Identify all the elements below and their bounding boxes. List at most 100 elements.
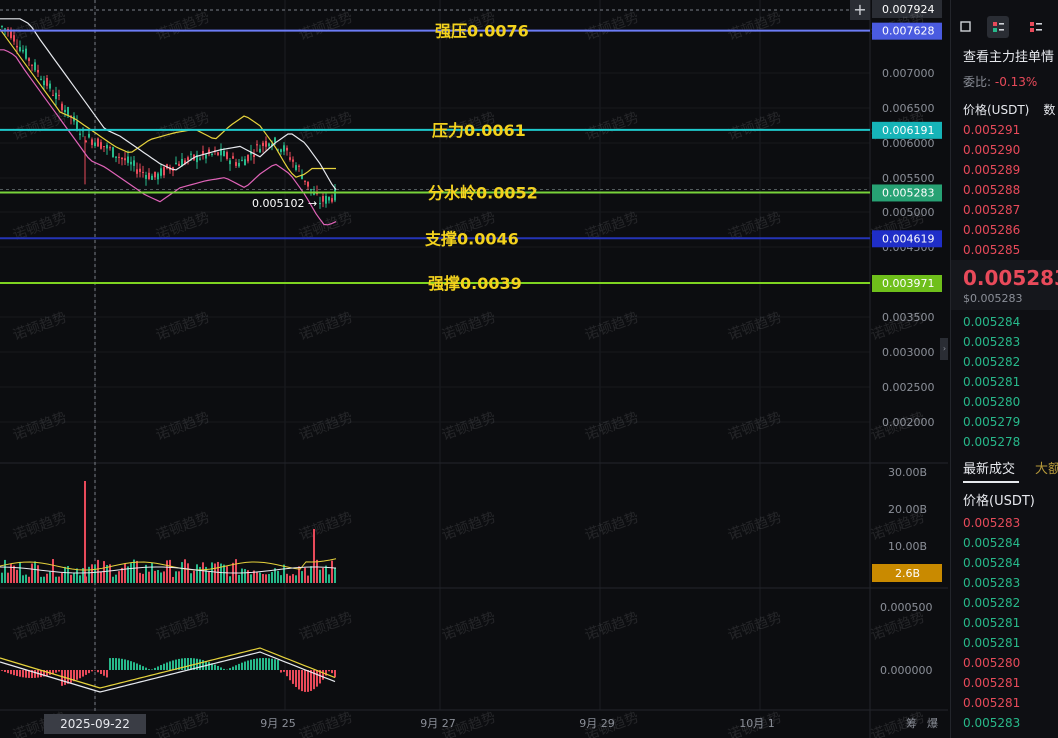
bid-row[interactable]: 0.005281	[963, 375, 1020, 389]
watermark: 诺顿趋势	[869, 410, 927, 444]
bid-row[interactable]: 0.005282	[963, 355, 1020, 369]
trade-row[interactable]: 0.005283	[963, 716, 1020, 730]
watermark: 诺顿趋势	[154, 610, 212, 644]
candle-body	[292, 159, 294, 162]
add-indicator-button[interactable]: +	[850, 0, 870, 20]
level-label: 压力0.0061	[432, 121, 526, 140]
level-price-tag-text: 0.004619	[882, 232, 935, 245]
watermark: 诺顿趋势	[726, 610, 784, 644]
macd-bar	[244, 661, 246, 670]
ask-row[interactable]: 0.005286	[963, 223, 1020, 237]
macd-bar	[199, 659, 201, 670]
macd-bar	[91, 670, 93, 672]
candle-body	[304, 180, 306, 182]
trade-row[interactable]: 0.005280	[963, 656, 1020, 670]
ask-row[interactable]: 0.005288	[963, 183, 1020, 197]
time-axis-label: 9月 27	[420, 717, 456, 730]
watermark: 诺顿趋势	[297, 410, 355, 444]
orderbook-layout-button[interactable]	[987, 16, 1009, 38]
tab-large-trades[interactable]: 大额	[1035, 458, 1058, 477]
macd-bar	[217, 665, 219, 670]
volume-bar	[169, 559, 171, 583]
ask-row[interactable]: 0.005290	[963, 143, 1020, 157]
last-price-box: 0.005283 $0.005283	[951, 260, 1058, 310]
candle-body	[142, 171, 144, 173]
macd-bar	[250, 659, 252, 670]
volume-bar	[46, 573, 48, 583]
watermark: 诺顿趋势	[583, 610, 641, 644]
volume-bar	[175, 571, 177, 583]
macd-bar	[160, 665, 162, 670]
bid-row[interactable]: 0.005283	[963, 335, 1020, 349]
macd-bar	[256, 658, 258, 670]
chart-canvas[interactable]: 0.0070000.0065000.0060000.0055000.005000…	[0, 0, 948, 738]
trade-row[interactable]: 0.005284	[963, 556, 1020, 570]
bid-row[interactable]: 0.005284	[963, 315, 1020, 329]
candle-body	[331, 198, 333, 202]
candle-body	[151, 175, 153, 180]
watermark: 诺顿趋势	[583, 410, 641, 444]
candle-body	[127, 156, 129, 163]
volume-bar	[49, 571, 51, 583]
trade-row[interactable]: 0.005281	[963, 676, 1020, 690]
bid-row[interactable]: 0.005280	[963, 395, 1020, 409]
volume-bar	[160, 572, 162, 583]
volume-bar	[31, 563, 33, 583]
macd-bar	[328, 670, 330, 672]
volume-axis-tick: 20.00B	[888, 503, 927, 516]
candle-body	[289, 157, 291, 160]
volume-bar	[73, 572, 75, 583]
ask-row[interactable]: 0.005285	[963, 243, 1020, 257]
candle-body	[64, 109, 66, 113]
trade-row[interactable]: 0.005281	[963, 696, 1020, 710]
level-label: 分水岭0.0052	[428, 183, 538, 202]
trade-row[interactable]: 0.005284	[963, 536, 1020, 550]
candle-body	[265, 141, 267, 147]
volume-axis-tick: 30.00B	[888, 466, 927, 479]
kline-chart[interactable]: 0.007000 0.006500 0.006000 0.005500 0.005000…	[0, 0, 948, 738]
orderbook-panel: 查看主力挂单情 委比: -0.13% 价格(USDT) 数 0.005291 0.0…	[950, 0, 1058, 738]
trade-row[interactable]: 0.005281	[963, 616, 1020, 630]
macd-bar	[97, 670, 99, 673]
orderbook-title[interactable]: 查看主力挂单情	[963, 46, 1054, 65]
price-axis-tick: 0.006500	[882, 102, 935, 115]
candle-body	[58, 94, 60, 96]
candle-body	[298, 165, 300, 167]
candle-body	[262, 142, 264, 146]
level-price-tag-text: 0.003971	[882, 277, 935, 290]
candle-body	[205, 154, 207, 159]
panel-collapse-handle[interactable]: ›	[940, 338, 948, 360]
candle-body	[286, 147, 288, 151]
trade-row[interactable]: 0.005281	[963, 636, 1020, 650]
ask-row[interactable]: 0.005291	[963, 123, 1020, 137]
bid-row[interactable]: 0.005278	[963, 435, 1020, 449]
macd-bar	[85, 670, 87, 675]
volume-bar	[91, 564, 93, 583]
last-price-usd: $0.005283	[963, 292, 1023, 305]
macd-bar	[322, 670, 324, 680]
copy-icon[interactable]	[959, 20, 973, 34]
macd-bar	[130, 661, 132, 670]
tab-latest-trades[interactable]: 最新成交	[963, 458, 1015, 477]
candle-body	[268, 143, 270, 147]
macd-bar	[4, 670, 6, 672]
bid-row[interactable]: 0.005279	[963, 415, 1020, 429]
volume-bar	[97, 559, 99, 583]
volume-bar	[268, 573, 270, 583]
candle-body	[175, 162, 177, 164]
volume-bar	[226, 566, 228, 583]
tab-latest-trades-label: 最新成交	[963, 462, 1016, 477]
ask-row[interactable]: 0.005289	[963, 163, 1020, 177]
trade-row[interactable]: 0.005282	[963, 596, 1020, 610]
trade-row[interactable]: 0.005283	[963, 576, 1020, 590]
ask-row[interactable]: 0.005287	[963, 203, 1020, 217]
candle-body	[118, 156, 120, 158]
macd-bar	[1, 670, 3, 671]
orderbook-asks-icon[interactable]	[1029, 20, 1043, 34]
watermark: 诺顿趋势	[11, 410, 69, 444]
level-label: 强撑0.0039	[428, 274, 522, 293]
macd-bar	[292, 670, 294, 684]
trade-row[interactable]: 0.005283	[963, 516, 1020, 530]
volume-bar	[235, 559, 237, 583]
volume-bar	[115, 574, 117, 583]
